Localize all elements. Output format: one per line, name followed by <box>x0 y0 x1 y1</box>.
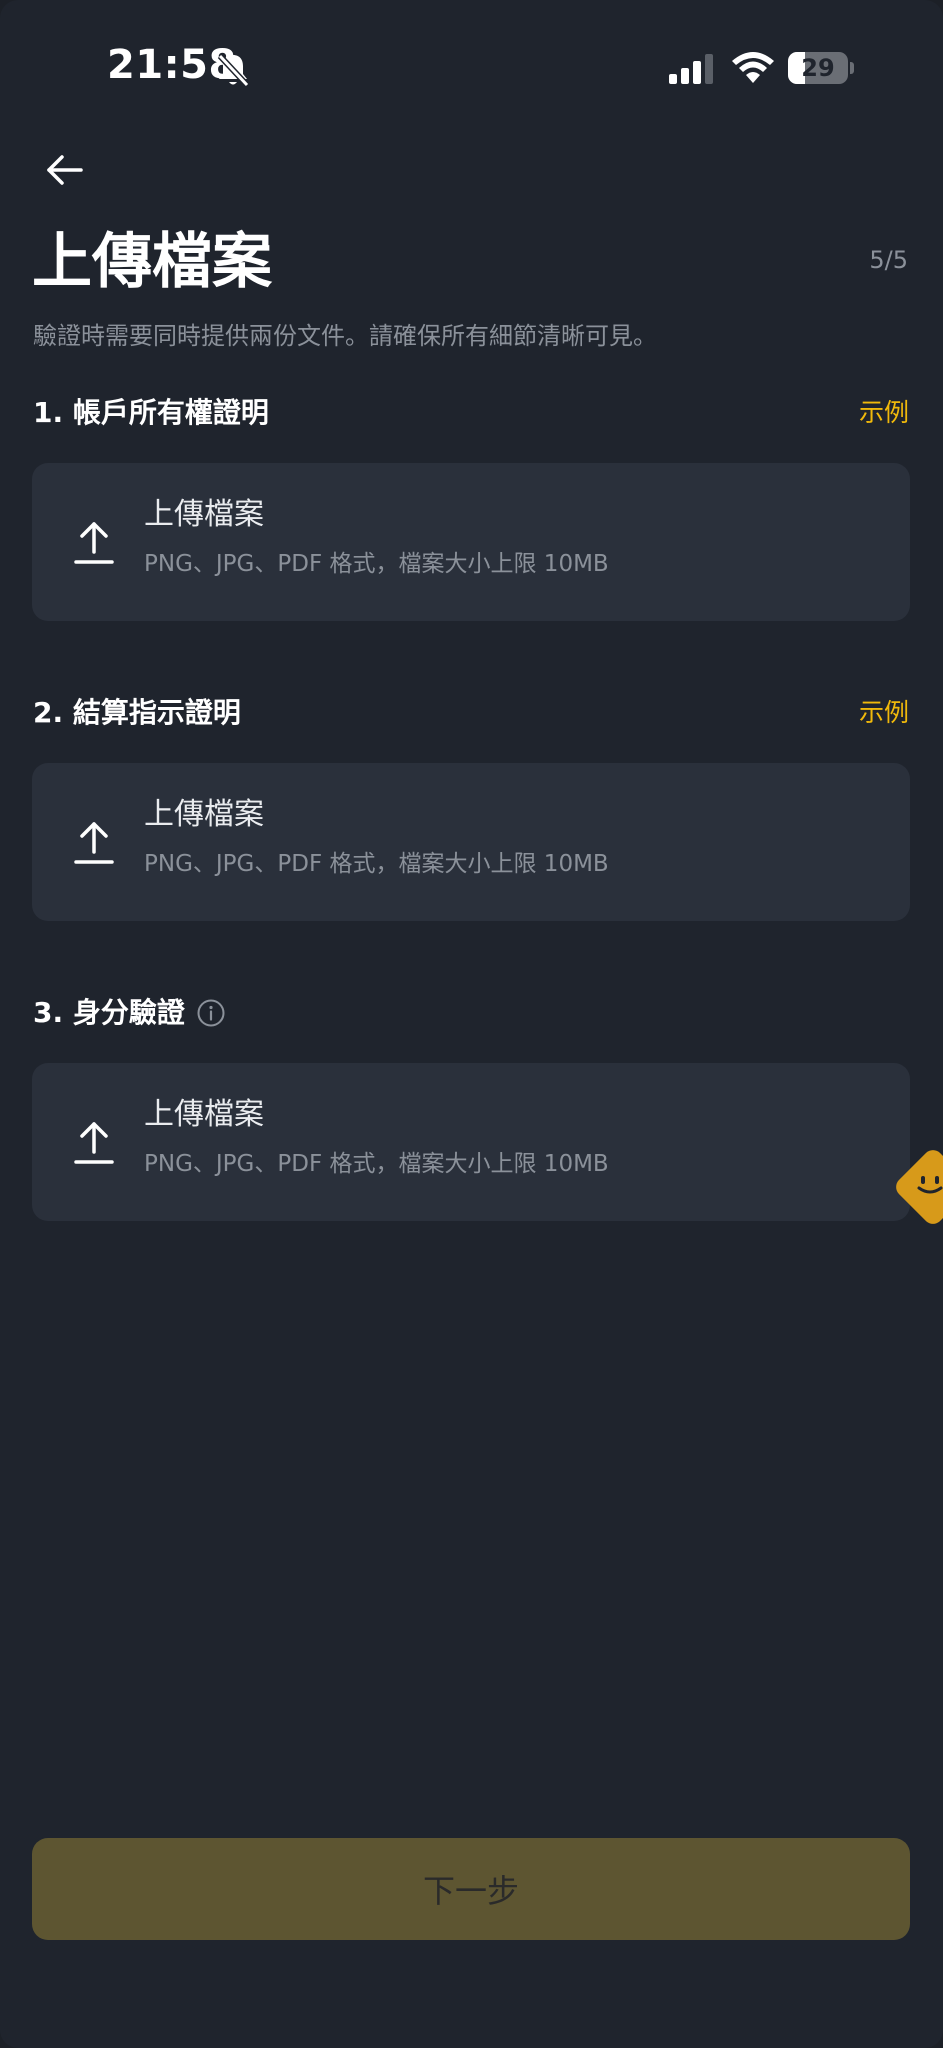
smiley-icon <box>917 1176 943 1194</box>
signal-icon <box>669 54 713 84</box>
step-counter: 5/5 <box>869 246 908 274</box>
back-button[interactable] <box>30 140 100 200</box>
section-title-identity-verification: 3. 身分驗證 <box>33 993 225 1033</box>
battery-level: 29 <box>801 54 835 82</box>
battery-icon: 29 <box>788 52 854 84</box>
upload-card-settlement-instructions[interactable]: 上傳檔案 PNG、JPG、PDF 格式，檔案大小上限 10MB <box>32 763 910 921</box>
upload-icon <box>74 1122 114 1164</box>
upload-label: 上傳檔案 <box>144 497 264 532</box>
section-title-account-ownership: 1. 帳戶所有權證明 <box>33 393 269 433</box>
upload-icon <box>74 522 114 564</box>
section-title-text: 1. 帳戶所有權證明 <box>33 396 269 429</box>
section-title-settlement-instructions: 2. 結算指示證明 <box>33 693 241 733</box>
page-description: 驗證時需要同時提供兩份文件。請確保所有細節清晰可見。 <box>33 322 657 350</box>
upload-card-identity-verification[interactable]: 上傳檔案 PNG、JPG、PDF 格式，檔案大小上限 10MB <box>32 1063 910 1221</box>
upload-hint: PNG、JPG、PDF 格式，檔案大小上限 10MB <box>144 851 609 877</box>
upload-hint: PNG、JPG、PDF 格式，檔案大小上限 10MB <box>144 551 609 577</box>
bell-off-icon <box>217 53 250 88</box>
example-link[interactable]: 示例 <box>859 693 909 733</box>
upload-card-account-ownership[interactable]: 上傳檔案 PNG、JPG、PDF 格式，檔案大小上限 10MB <box>32 463 910 621</box>
upload-icon <box>74 822 114 864</box>
section-title-text: 2. 結算指示證明 <box>33 696 241 729</box>
arrow-left-icon <box>47 155 83 185</box>
section-title-text: 3. 身分驗證 <box>33 996 185 1029</box>
floating-assistant-button[interactable] <box>891 1145 943 1230</box>
info-icon[interactable] <box>197 999 225 1027</box>
app-screen: 21:58 29 上傳檔案 5/5 驗證時需要同時提供兩份文件。請確保所有細節清… <box>0 0 943 2048</box>
example-link[interactable]: 示例 <box>859 393 909 433</box>
upload-label: 上傳檔案 <box>144 797 264 832</box>
upload-hint: PNG、JPG、PDF 格式，檔案大小上限 10MB <box>144 1151 609 1177</box>
next-step-button[interactable]: 下一步 <box>32 1838 910 1940</box>
upload-label: 上傳檔案 <box>144 1097 264 1132</box>
page-title: 上傳檔案 <box>32 227 272 297</box>
wifi-icon <box>732 52 774 83</box>
